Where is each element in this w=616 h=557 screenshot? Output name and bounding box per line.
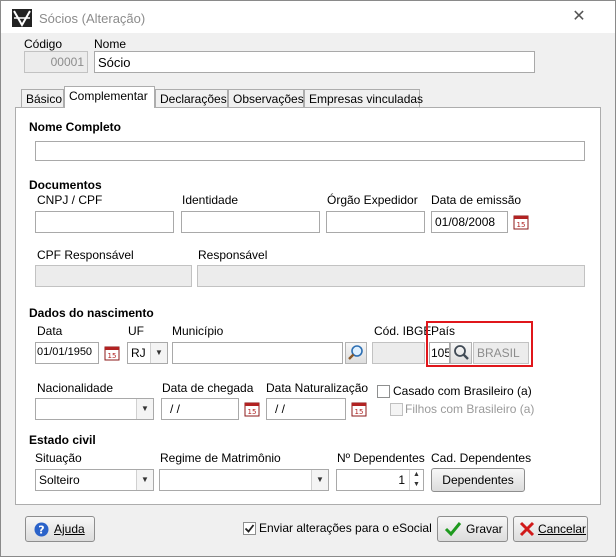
calendar-icon[interactable]: 15 bbox=[351, 401, 367, 417]
close-icon[interactable]: ✕ bbox=[565, 5, 593, 29]
nacionalidade-select[interactable]: ▼ bbox=[35, 398, 154, 420]
uf-value: RJ bbox=[131, 346, 146, 360]
num-dependentes-label: Nº Dependentes bbox=[337, 451, 425, 465]
municipio-input[interactable] bbox=[172, 342, 343, 364]
cnpj-cpf-label: CNPJ / CPF bbox=[37, 193, 103, 207]
identidade-input[interactable] bbox=[181, 211, 320, 233]
responsavel-label: Responsável bbox=[198, 248, 268, 262]
cancel-x-icon bbox=[519, 521, 535, 537]
filhos-brasileiro-label: Filhos com Brasileiro (a) bbox=[405, 402, 535, 416]
cancelar-button[interactable]: Cancelar bbox=[513, 516, 588, 542]
chevron-down-icon[interactable]: ▼ bbox=[311, 470, 328, 490]
gravar-label: Gravar bbox=[466, 522, 503, 536]
codigo-field: 00001 bbox=[24, 51, 88, 73]
ajuda-label: Ajuda bbox=[54, 522, 85, 536]
data-nascimento-label: Data bbox=[37, 324, 63, 338]
uf-label: UF bbox=[128, 324, 144, 338]
window-title: Sócios (Alteração) bbox=[39, 11, 146, 26]
cnpj-cpf-input[interactable] bbox=[35, 211, 174, 233]
filhos-brasileiro-checkbox bbox=[390, 403, 403, 416]
identidade-label: Identidade bbox=[182, 193, 239, 207]
nascimento-section-title: Dados do nascimento bbox=[29, 306, 154, 320]
municipio-label: Município bbox=[172, 324, 224, 338]
calendar-icon[interactable]: 15 bbox=[513, 214, 529, 230]
data-naturalizacao-label: Data Naturalização bbox=[266, 381, 369, 395]
title-bar: Sócios (Alteração) ✕ bbox=[1, 1, 615, 33]
regime-matrimonio-label: Regime de Matrimônio bbox=[160, 451, 281, 465]
dependentes-button[interactable]: Dependentes bbox=[431, 468, 525, 492]
search-municipio-button[interactable] bbox=[345, 342, 367, 364]
orgao-expedidor-input[interactable] bbox=[326, 211, 425, 233]
nome-label: Nome bbox=[94, 37, 127, 51]
esocial-checkbox[interactable] bbox=[243, 522, 256, 535]
magnifier-icon bbox=[348, 345, 363, 360]
tab-empresas-vinculadas[interactable]: Empresas vinculadas bbox=[304, 89, 423, 107]
nome-input[interactable]: Sócio bbox=[94, 51, 535, 73]
tab-basico[interactable]: Básico bbox=[21, 89, 64, 107]
cad-dependentes-label: Cad. Dependentes bbox=[431, 451, 532, 465]
num-dependentes-spinner[interactable]: 1 ▲ ▼ bbox=[336, 469, 424, 491]
calendar-icon[interactable]: 15 bbox=[244, 401, 260, 417]
nacionalidade-label: Nacionalidade bbox=[37, 381, 114, 395]
dialog-window: Sócios (Alteração) ✕ Código 00001 Nome S… bbox=[0, 0, 616, 557]
ajuda-button[interactable]: ? Ajuda bbox=[25, 516, 95, 542]
situacao-value: Solteiro bbox=[39, 473, 80, 487]
svg-text:15: 15 bbox=[248, 408, 257, 416]
casado-brasileiro-label: Casado com Brasileiro (a) bbox=[393, 384, 532, 398]
data-chegada-label: Data de chegada bbox=[162, 381, 254, 395]
cpf-responsavel-label: CPF Responsável bbox=[37, 248, 134, 262]
situacao-select[interactable]: Solteiro ▼ bbox=[35, 469, 154, 491]
codigo-label: Código bbox=[24, 37, 63, 51]
casado-brasileiro-checkbox[interactable] bbox=[377, 385, 390, 398]
tab-observacoes[interactable]: Observações bbox=[228, 89, 304, 107]
responsavel-field bbox=[197, 265, 585, 287]
data-chegada-input[interactable]: / / bbox=[161, 398, 239, 420]
chevron-down-icon[interactable]: ▼ bbox=[136, 470, 153, 490]
help-icon: ? bbox=[34, 522, 49, 537]
cpf-responsavel-field bbox=[35, 265, 192, 287]
uf-select[interactable]: RJ ▼ bbox=[127, 342, 168, 364]
app-logo-icon bbox=[12, 9, 32, 28]
data-emissao-label: Data de emissão bbox=[431, 193, 522, 207]
data-nascimento-input[interactable]: 01/01/1950 bbox=[35, 342, 99, 364]
highlight-box bbox=[426, 321, 533, 367]
chevron-down-icon[interactable]: ▼ bbox=[150, 343, 167, 363]
data-emissao-input[interactable]: 01/08/2008 bbox=[431, 211, 508, 233]
nome-completo-input[interactable] bbox=[35, 141, 585, 161]
tab-declaracoes[interactable]: Declarações bbox=[155, 89, 228, 107]
check-icon bbox=[244, 524, 255, 533]
svg-text:15: 15 bbox=[517, 221, 526, 229]
tab-complementar[interactable]: Complementar bbox=[64, 86, 155, 108]
calendar-icon[interactable]: 15 bbox=[104, 345, 120, 361]
checkmark-icon bbox=[444, 522, 462, 537]
situacao-label: Situação bbox=[35, 451, 82, 465]
svg-text:15: 15 bbox=[108, 352, 117, 360]
esocial-label: Enviar alterações para o eSocial bbox=[259, 521, 432, 535]
cod-ibge-label: Cód. IBGE bbox=[374, 324, 432, 338]
data-naturalizacao-input[interactable]: / / bbox=[266, 398, 346, 420]
cancelar-label: Cancelar bbox=[538, 522, 587, 536]
chevron-down-icon[interactable]: ▼ bbox=[136, 399, 153, 419]
spinner-arrows-icon[interactable]: ▲ ▼ bbox=[409, 470, 423, 490]
regime-matrimonio-select[interactable]: ▼ bbox=[159, 469, 329, 491]
documentos-section-title: Documentos bbox=[29, 178, 102, 192]
cod-ibge-field bbox=[372, 342, 425, 364]
estado-civil-section-title: Estado civil bbox=[29, 433, 96, 447]
orgao-expedidor-label: Órgão Expedidor bbox=[327, 193, 418, 207]
num-dependentes-value: 1 bbox=[398, 473, 405, 487]
svg-text:15: 15 bbox=[355, 408, 364, 416]
nome-completo-label: Nome Completo bbox=[29, 120, 122, 134]
gravar-button[interactable]: Gravar bbox=[437, 516, 508, 542]
svg-text:?: ? bbox=[38, 524, 44, 537]
